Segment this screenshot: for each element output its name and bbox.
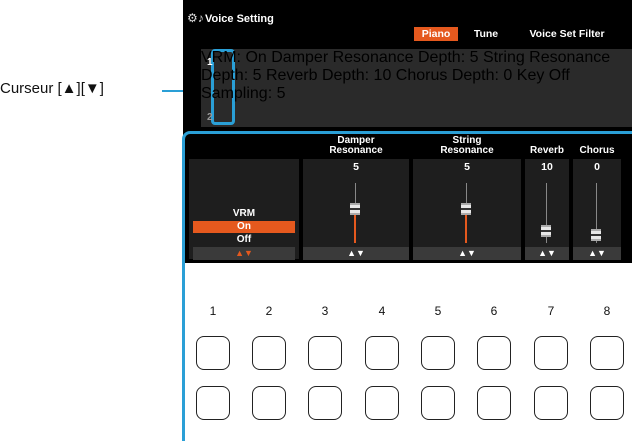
button-3-lower[interactable] bbox=[308, 386, 342, 420]
button-4-upper[interactable] bbox=[365, 336, 399, 370]
tab-piano[interactable]: Piano bbox=[414, 27, 458, 41]
button-7-lower[interactable] bbox=[534, 386, 568, 420]
button-8-upper[interactable] bbox=[590, 336, 624, 370]
button-8-lower[interactable] bbox=[590, 386, 624, 420]
button-6-upper[interactable] bbox=[477, 336, 511, 370]
tab-tune[interactable]: Tune bbox=[469, 27, 503, 41]
button-1-upper[interactable] bbox=[196, 336, 230, 370]
title-bar: ⚙♪ Voice Setting Piano Tune Voice Set Fi… bbox=[183, 0, 632, 44]
info-chorus: Chorus Depth: 0 bbox=[395, 67, 513, 84]
info-reverb: Reverb Depth: 10 bbox=[265, 67, 392, 84]
button-5-lower[interactable] bbox=[421, 386, 455, 420]
voice-setting-icon: ⚙♪ bbox=[187, 11, 204, 25]
info-text: 1 2 VRM: On Damper Resonance Depth: 5 St… bbox=[201, 49, 632, 127]
row-number-2[interactable]: 2 bbox=[207, 112, 213, 123]
button-2-lower[interactable] bbox=[252, 386, 286, 420]
page-title: Voice Setting bbox=[205, 13, 274, 25]
tab-voice-set-filter[interactable]: Voice Set Filter bbox=[519, 27, 615, 41]
button-3-upper[interactable] bbox=[308, 336, 342, 370]
button-4-lower[interactable] bbox=[365, 386, 399, 420]
row-number-1[interactable]: 1 bbox=[207, 57, 213, 68]
button-6-lower[interactable] bbox=[477, 386, 511, 420]
button-7-upper[interactable] bbox=[534, 336, 568, 370]
button-2-upper[interactable] bbox=[252, 336, 286, 370]
button-1-lower[interactable] bbox=[196, 386, 230, 420]
cursor-callout-label: Curseur [▲][▼] bbox=[0, 80, 104, 97]
info-damper: Damper Resonance Depth: 5 bbox=[271, 49, 479, 66]
button-5-upper[interactable] bbox=[421, 336, 455, 370]
